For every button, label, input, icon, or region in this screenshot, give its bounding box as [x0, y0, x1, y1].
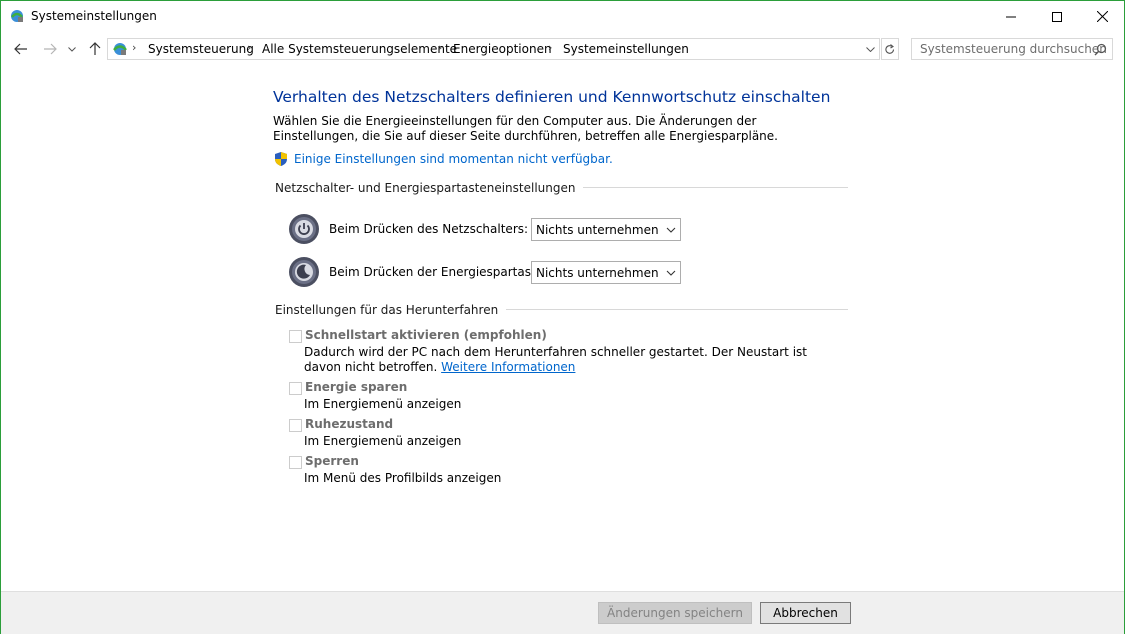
power-section-title: Netzschalter- und Energiespartasteneinst…	[275, 181, 584, 195]
hibernate-checkbox[interactable]	[289, 419, 302, 432]
recent-locations-button[interactable]	[66, 40, 78, 58]
minimize-button[interactable]	[988, 1, 1034, 32]
forward-button[interactable]	[41, 40, 59, 58]
breadcrumb-separator: ›	[247, 41, 252, 54]
chevron-down-icon	[666, 227, 676, 233]
up-button[interactable]	[86, 40, 104, 58]
fast-startup-label: Schnellstart aktivieren (empfohlen)	[305, 328, 547, 342]
breadcrumb-systemsteuerung[interactable]: Systemsteuerung	[148, 42, 254, 56]
chevron-down-icon	[68, 46, 76, 52]
breadcrumb-systemeinstellungen[interactable]: Systemeinstellungen	[563, 42, 689, 56]
power-button-action-select[interactable]: Nichts unternehmen	[531, 218, 681, 241]
hibernate-label: Ruhezustand	[305, 417, 394, 431]
minimize-icon	[1006, 16, 1016, 17]
sleep-button-action-select[interactable]: Nichts unternehmen	[531, 261, 681, 284]
title-bar: Systemeinstellungen	[1, 1, 1124, 32]
address-bar[interactable]: › Systemsteuerung › Alle Systemsteuerung…	[107, 38, 880, 60]
refresh-button[interactable]	[881, 38, 899, 60]
breadcrumb-separator: ›	[548, 41, 553, 54]
more-info-link[interactable]: Weitere Informationen	[441, 360, 575, 374]
page-title: Verhalten des Netzschalters definieren u…	[273, 88, 831, 106]
breadcrumb-separator: ›	[438, 41, 443, 54]
footer-bar: Änderungen speichern Abbrechen	[1, 591, 1124, 634]
sleep-label: Energie sparen	[305, 380, 408, 394]
address-dropdown-button[interactable]	[863, 42, 877, 56]
arrow-left-icon	[14, 43, 27, 55]
app-window: Systemeinstellungen › Systemsteuerung › …	[0, 0, 1125, 634]
power-button-label: Beim Drücken des Netzschalters:	[329, 222, 529, 236]
breadcrumb-alle-elemente[interactable]: Alle Systemsteuerungselemente	[262, 42, 457, 56]
hibernate-description: Im Energiemenü anzeigen	[304, 434, 462, 448]
chevron-down-icon	[666, 270, 676, 276]
cancel-button[interactable]: Abbrechen	[760, 602, 851, 624]
chevron-down-icon	[865, 46, 875, 52]
page-description: Wählen Sie die Energieeinstellungen für …	[273, 114, 778, 143]
breadcrumb-energieoptionen[interactable]: Energieoptionen	[453, 42, 552, 56]
main-content: Verhalten des Netzschalters definieren u…	[1, 64, 1124, 591]
lock-label: Sperren	[305, 454, 359, 468]
search-box[interactable]: Systemsteuerung durchsuchen	[911, 38, 1113, 60]
save-changes-button[interactable]: Änderungen speichern	[598, 602, 752, 624]
refresh-icon	[885, 43, 895, 54]
uac-shield-icon	[273, 151, 289, 167]
unavailable-settings-link[interactable]: Einige Einstellungen sind momentan nicht…	[294, 152, 613, 166]
power-options-app-icon	[9, 8, 25, 24]
arrow-right-icon	[44, 43, 57, 55]
close-button[interactable]	[1079, 1, 1125, 32]
back-button[interactable]	[12, 40, 30, 58]
navigation-bar: › Systemsteuerung › Alle Systemsteuerung…	[1, 34, 1124, 64]
window-title: Systemeinstellungen	[31, 9, 157, 23]
lock-description: Im Menü des Profilbilds anzeigen	[304, 471, 502, 485]
breadcrumb-separator: ›	[132, 41, 137, 54]
power-button-action-value: Nichts unternehmen	[536, 223, 659, 237]
maximize-icon	[1052, 11, 1062, 22]
sleep-button-icon	[288, 256, 320, 288]
power-button-icon	[288, 213, 320, 245]
fast-startup-checkbox[interactable]	[289, 330, 302, 343]
sleep-description: Im Energiemenü anzeigen	[304, 397, 462, 411]
lock-checkbox[interactable]	[289, 456, 302, 469]
search-placeholder: Systemsteuerung durchsuchen	[920, 42, 1107, 56]
sleep-button-action-value: Nichts unternehmen	[536, 266, 659, 280]
maximize-button[interactable]	[1034, 1, 1080, 32]
sleep-button-label: Beim Drücken der Energiespartaste:	[329, 265, 548, 279]
fast-startup-description: Dadurch wird der PC nach dem Herunterfah…	[304, 345, 824, 375]
sleep-checkbox[interactable]	[289, 382, 302, 395]
arrow-up-icon	[89, 42, 101, 55]
close-icon	[1096, 11, 1108, 22]
shutdown-section-title: Einstellungen für das Herunterfahren	[275, 303, 507, 317]
control-panel-icon	[111, 41, 129, 57]
search-icon[interactable]	[1094, 43, 1107, 56]
